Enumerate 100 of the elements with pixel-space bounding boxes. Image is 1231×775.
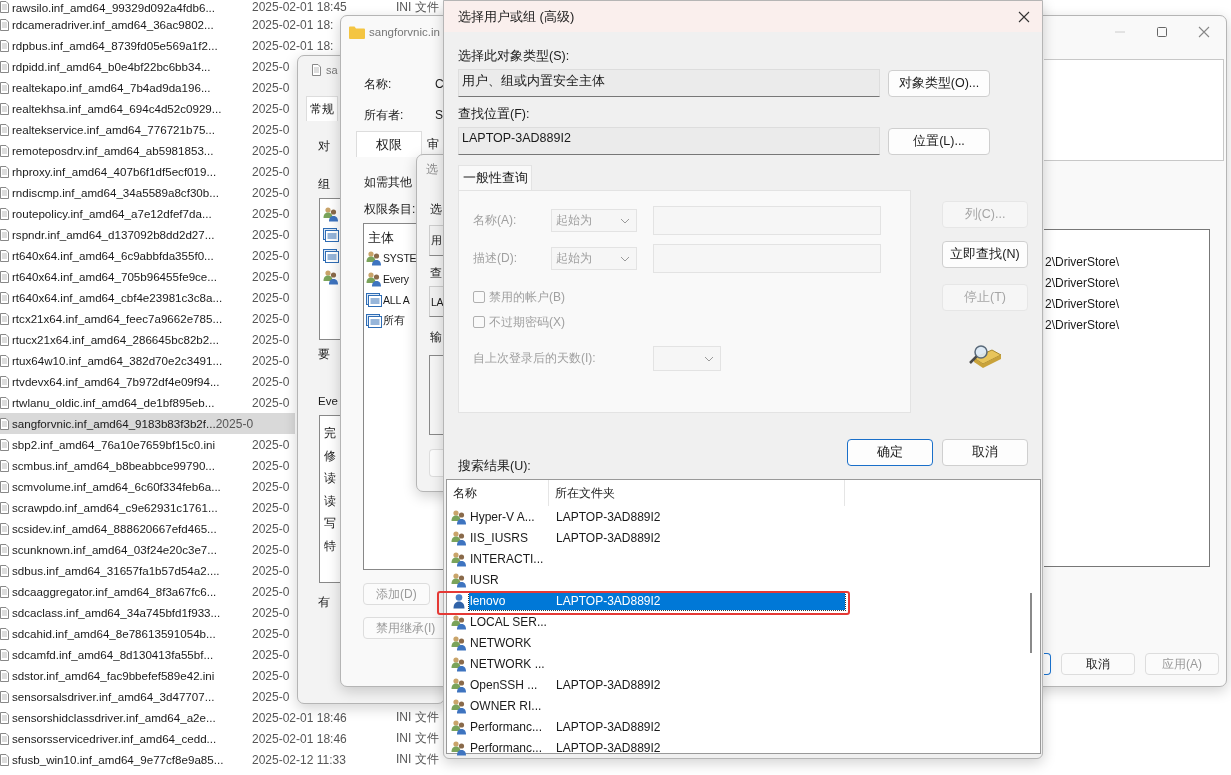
file-date: 2025-02-01 18: xyxy=(252,38,334,53)
file-type: INI 文件 xyxy=(396,0,440,16)
field-value: S xyxy=(435,107,443,123)
file-date: 2025-0 xyxy=(252,143,290,158)
file-date: 2025-0 xyxy=(252,332,290,347)
entry-path: 2\DriverStore\ xyxy=(1044,254,1121,271)
field-label: 描述(D): xyxy=(473,250,518,267)
file-date: 2025-0 xyxy=(252,647,290,662)
account-name: Hyper-V A... xyxy=(469,509,536,524)
file-name: sdcahid.inf_amd64_8e78613591054b... xyxy=(12,627,217,640)
label: Eve xyxy=(318,394,338,409)
entry-name: 所有 xyxy=(383,313,405,328)
label: 权限条目: xyxy=(364,201,416,217)
window-title: sangforvnic.in xyxy=(369,26,440,38)
file-name: sensorsalsdriver.inf_amd64_3d47707... xyxy=(12,690,216,703)
file-date: 2025-0 xyxy=(252,689,290,704)
window-title: sa xyxy=(326,64,338,76)
file-date: 2025-0 xyxy=(252,668,290,683)
file-date: 2025-0 xyxy=(252,311,290,326)
file-date: 2025-02-01 18: xyxy=(252,17,334,32)
file-name: sdbus.inf_amd64_31657fa1b57d54a2.... xyxy=(12,564,221,577)
hint-text: 如需其他 xyxy=(364,174,412,190)
field-label: 自上次登录后的天数(I): xyxy=(473,350,597,367)
column-header: 主体 xyxy=(368,229,394,247)
permission-name: 修 xyxy=(324,447,336,465)
file-type: INI 文件 xyxy=(396,751,440,768)
account-name: INTERACTI... xyxy=(469,551,545,566)
account-name: IUSR xyxy=(469,572,500,587)
permission-name: 读 xyxy=(324,470,336,487)
file-date: 2025-0 xyxy=(252,122,290,137)
account-name: OWNER RI... xyxy=(469,698,543,713)
checkbox-label: 不过期密码(X) xyxy=(489,314,565,330)
file-name: rtwlanu_oldic.inf_amd64_de1bf895eb... xyxy=(12,396,216,409)
label: 输 xyxy=(430,329,442,345)
file-date: 2025-0 xyxy=(252,500,290,515)
file-date: 2025-0 xyxy=(252,164,290,179)
field-label: 所有者: xyxy=(364,107,405,123)
file-date: 2025-0 xyxy=(252,626,290,641)
file-name: remoteposdrv.inf_amd64_ab5981853... xyxy=(12,144,215,157)
file-name: scsidev.inf_amd64_888620667efd465... xyxy=(12,522,218,535)
file-date: 2025-0 xyxy=(252,542,290,557)
entry-path: 2\DriverStore\ xyxy=(1044,275,1121,292)
window-title: 选 xyxy=(426,161,438,178)
folder-name: LAPTOP-3AD889I2 xyxy=(555,593,661,608)
file-name: sbp2.inf_amd64_76a10e7659bf15c0.ini xyxy=(12,438,217,451)
account-name: NETWORK xyxy=(469,635,533,650)
account-name: LOCAL SER... xyxy=(469,614,548,629)
file-date: 2025-0 xyxy=(252,59,290,74)
file-date: 2025-0 xyxy=(252,80,290,95)
file-name: sdcamfd.inf_amd64_8d130413fa55bf... xyxy=(12,648,215,661)
file-name: routepolicy.inf_amd64_a7e12dfef7da... xyxy=(12,207,213,220)
account-name: NETWORK ... xyxy=(469,656,546,671)
file-name: rt640x64.inf_amd64_6c9abbfda355f0... xyxy=(12,249,215,262)
file-type: INI 文件 xyxy=(396,730,440,747)
file-date: 2025-0 xyxy=(252,290,290,305)
file-name: rhproxy.inf_amd64_407b6f1df5ecf019... xyxy=(12,165,218,178)
file-date: 2025-0 xyxy=(252,395,290,410)
file-name: rndiscmp.inf_amd64_34a5589a8cf30b... xyxy=(12,186,220,199)
file-date: 2025-0 xyxy=(252,374,290,389)
entry-path: 2\DriverStore\ xyxy=(1044,296,1121,313)
permission-name: 写 xyxy=(324,515,336,532)
file-date: 2025-0 xyxy=(252,605,290,620)
account-name: lenovo xyxy=(469,593,507,608)
file-date: 2025-0 xyxy=(215,416,254,431)
file-type: INI 文件 xyxy=(396,709,440,726)
entry-name: SYSTE xyxy=(383,251,417,264)
account-name: Performanc... xyxy=(469,719,544,734)
file-name: sdcaaggregator.inf_amd64_8f3a67fc6... xyxy=(12,585,218,598)
file-name: sensorsservicedriver.inf_amd64_cedd... xyxy=(12,732,218,745)
file-name: scunknown.inf_amd64_03f24e20c3e7... xyxy=(12,543,218,556)
label: 查 xyxy=(430,265,442,281)
file-date: 2025-02-12 11:33 xyxy=(252,752,346,767)
file-name: realtekservice.inf_amd64_776721b75... xyxy=(12,123,217,136)
folder-name: LAPTOP-3AD889I2 xyxy=(555,509,661,524)
field-label: 名称: xyxy=(364,76,393,92)
file-name: rt640x64.inf_amd64_705b96455fe9ce... xyxy=(12,270,218,283)
file-name: rdpbus.inf_amd64_8739fd05e569a1f2... xyxy=(12,39,219,52)
file-name: sdstor.inf_amd64_fac9bbefef589e42.ini xyxy=(12,669,216,682)
entry-name: Every xyxy=(383,272,409,285)
label: 对 xyxy=(318,139,330,154)
file-date: 2025-0 xyxy=(252,101,290,116)
checkbox-label: 禁用的帐户(B) xyxy=(489,289,565,305)
folder-name: LAPTOP-3AD889I2 xyxy=(555,740,661,755)
file-name: realtekhsa.inf_amd64_694c4d52c0929... xyxy=(12,102,223,115)
file-date: 2025-0 xyxy=(252,521,290,536)
file-name: rdpidd.inf_amd64_b0e4bf22bc6bb34... xyxy=(12,60,212,73)
file-name: rtvdevx64.inf_amd64_7b972df4e09f94... xyxy=(12,375,221,388)
file-name: rspndr.inf_amd64_d137092b8dd2d27... xyxy=(12,228,216,241)
file-date: 2025-02-01 18:45 xyxy=(252,0,347,14)
field-label: 查找位置(F): xyxy=(458,106,531,122)
file-date: 2025-0 xyxy=(252,185,290,200)
field-label: 名称(A): xyxy=(473,212,518,229)
file-name: sdcaclass.inf_amd64_34a745bfd1f933... xyxy=(12,606,222,619)
entry-path: 2\DriverStore\ xyxy=(1044,317,1121,334)
file-date: 2025-0 xyxy=(252,227,290,242)
file-date: 2025-0 xyxy=(252,563,290,578)
file-name: rtucx21x64.inf_amd64_286645bc82b2... xyxy=(12,333,220,346)
field-value: C xyxy=(435,76,444,92)
file-date: 2025-0 xyxy=(252,206,290,221)
file-date: 2025-02-01 18:46 xyxy=(252,731,347,746)
